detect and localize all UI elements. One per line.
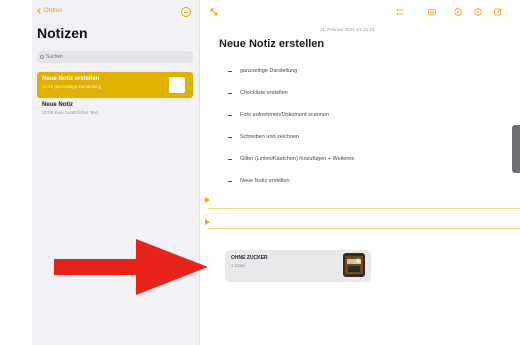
divider	[208, 228, 520, 229]
chevron-left-icon	[37, 8, 43, 14]
camera-icon[interactable]	[428, 8, 436, 16]
list-item: Schreiben und zeichnen	[228, 134, 354, 156]
divider	[208, 208, 520, 209]
page-title: Notizen	[37, 25, 88, 41]
bullet-text: Gitter (Linien/Kästchen) hinzufügen + We…	[240, 156, 355, 162]
expand-icon[interactable]	[210, 8, 218, 16]
search-bar[interactable]	[37, 51, 193, 63]
scan-attachment-card[interactable]: OHNE ZUCKER 1 Scan	[225, 250, 371, 282]
more-icon[interactable]	[474, 8, 482, 16]
bullet-text: Checkliste erstellen	[240, 90, 288, 96]
compose-icon[interactable]	[494, 8, 502, 16]
search-input[interactable]	[46, 54, 166, 60]
list-item: Foto aufnehmen/Dokument scannen	[228, 112, 354, 134]
bullet-list[interactable]: ganzseitige Darstellung Checkliste erste…	[228, 68, 354, 200]
note-thumbnail	[169, 77, 185, 93]
back-label: Ordner	[44, 8, 63, 14]
checklist-icon[interactable]	[396, 8, 404, 16]
selection-marker-icon[interactable]	[205, 197, 210, 203]
attachment-title: OHNE ZUCKER	[231, 255, 268, 261]
note-title: Neue Notiz	[42, 102, 74, 108]
selection-marker-icon[interactable]	[205, 219, 210, 225]
list-item: Neue Notiz erstellen	[228, 178, 354, 200]
note-subtitle: 20:59 Kein zusätzlicher Text	[42, 110, 98, 115]
list-item[interactable]: Neue Notiz erstellen 21:15 ganzseitige D…	[37, 72, 193, 98]
back-button[interactable]: Ordner	[37, 8, 63, 14]
note-subtitle: 21:15 ganzseitige Darstellung	[42, 84, 102, 89]
more-icon[interactable]	[181, 7, 191, 17]
bullet-text: Neue Notiz erstellen	[240, 178, 290, 184]
list-item: Checkliste erstellen	[228, 90, 354, 112]
bullet-text: ganzseitige Darstellung	[240, 68, 298, 74]
annotation-arrow-icon	[54, 239, 208, 295]
scan-thumbnail-icon	[343, 253, 365, 277]
note-title: Neue Notiz erstellen	[42, 76, 100, 82]
note-list: Neue Notiz erstellen 21:15 ganzseitige D…	[37, 72, 193, 124]
list-item[interactable]: Neue Notiz 20:59 Kein zusätzlicher Text	[37, 98, 193, 124]
search-icon	[40, 55, 44, 59]
markup-icon[interactable]	[454, 8, 462, 16]
list-item: ganzseitige Darstellung	[228, 68, 354, 90]
bullet-text: Foto aufnehmen/Dokument scannen	[240, 112, 329, 118]
slide-over-handle[interactable]	[512, 125, 520, 173]
bullet-text: Schreiben und zeichnen	[240, 134, 300, 140]
attachment-subtitle: 1 Scan	[231, 263, 246, 268]
note-heading[interactable]: Neue Notiz erstellen	[219, 38, 324, 50]
note-date: 21. Februar 2022 um 21:15	[320, 27, 375, 32]
list-item: Gitter (Linien/Kästchen) hinzufügen + We…	[228, 156, 354, 178]
